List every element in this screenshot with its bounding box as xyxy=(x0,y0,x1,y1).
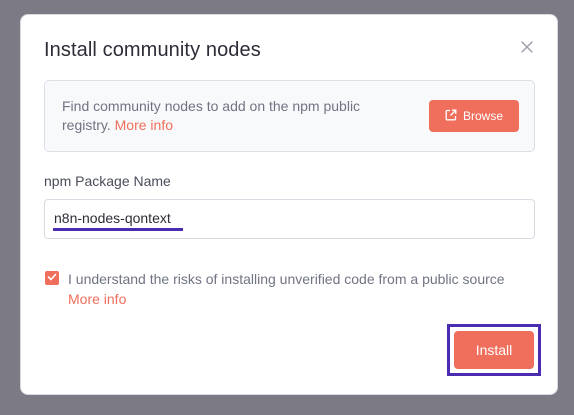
package-name-value: n8n-nodes-qontext xyxy=(54,210,171,226)
risk-checkbox[interactable] xyxy=(45,271,59,285)
checkmark-icon xyxy=(47,269,57,287)
install-button[interactable]: Install xyxy=(454,331,534,369)
info-callout: Find community nodes to add on the npm p… xyxy=(44,80,535,152)
annotation-underline xyxy=(53,228,183,231)
browse-label: Browse xyxy=(462,109,503,123)
package-name-input[interactable]: n8n-nodes-qontext xyxy=(44,199,535,239)
browse-button[interactable]: Browse xyxy=(429,100,519,132)
package-name-label: npm Package Name xyxy=(44,173,171,189)
close-icon[interactable] xyxy=(518,38,536,56)
dialog-title: Install community nodes xyxy=(44,39,261,61)
risk-more-info-link[interactable]: More info xyxy=(68,289,126,309)
external-link-icon xyxy=(445,109,457,124)
info-description: Find community nodes to add on the npm p… xyxy=(62,98,361,133)
info-text: Find community nodes to add on the npm p… xyxy=(62,97,392,135)
risk-checkbox-label[interactable]: I understand the risks of installing unv… xyxy=(68,269,538,289)
info-more-info-link[interactable]: More info xyxy=(115,117,173,133)
install-community-nodes-dialog: Install community nodes Find community n… xyxy=(20,14,558,395)
